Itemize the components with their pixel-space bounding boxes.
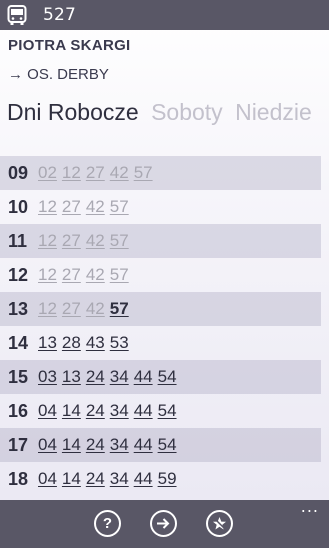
timetable-row: 15 03 13 24 34 44 54 [0, 360, 321, 394]
departure-minute[interactable]: 59 [158, 469, 177, 489]
departure-minute[interactable]: 04 [38, 469, 57, 489]
departure-minute[interactable]: 44 [134, 469, 153, 489]
departure-minute[interactable]: 27 [62, 265, 81, 285]
arrow-right-icon [157, 518, 170, 529]
departure-minute[interactable]: 13 [38, 333, 57, 353]
departure-minute[interactable]: 44 [134, 367, 153, 387]
departure-minute[interactable]: 42 [110, 163, 129, 183]
more-options-button[interactable]: ... [301, 499, 319, 515]
timetable-row: 12 12 27 42 57 [0, 258, 321, 292]
direction-label: → OS. DERBY [8, 66, 109, 83]
departure-minute[interactable]: 27 [62, 231, 81, 251]
app-bar: ? ... [0, 499, 329, 548]
hour-label: 09 [8, 162, 29, 183]
departure-minute[interactable]: 34 [110, 469, 129, 489]
day-tabs: Dni Robocze Soboty Niedzie [7, 99, 329, 133]
bus-icon [7, 4, 29, 26]
favorite-button[interactable] [206, 510, 233, 537]
departure-minute[interactable]: 13 [62, 367, 81, 387]
minutes-list: 04 14 24 34 44 59 [38, 469, 182, 489]
minutes-list: 12 27 42 57 [38, 299, 134, 319]
timetable-row: 11 12 27 42 57 [0, 224, 321, 258]
hour-label: 16 [8, 400, 29, 421]
departure-minute[interactable]: 57 [110, 265, 129, 285]
next-button[interactable] [150, 510, 177, 537]
minutes-list: 04 14 24 34 44 54 [38, 435, 182, 455]
minutes-list: 12 27 42 57 [38, 231, 134, 251]
departure-minute[interactable]: 54 [158, 367, 177, 387]
departure-minute[interactable]: 57 [134, 163, 153, 183]
minutes-list: 02 12 27 42 57 [38, 163, 158, 183]
departure-minute[interactable]: 54 [158, 435, 177, 455]
departure-minute[interactable]: 54 [158, 401, 177, 421]
departure-minute[interactable]: 04 [38, 435, 57, 455]
stop-name: PIOTRA SKARGI [8, 37, 131, 54]
departure-minute[interactable]: 57 [110, 231, 129, 251]
departure-minute[interactable]: 53 [110, 333, 129, 353]
timetable-row: 09 02 12 27 42 57 [0, 156, 321, 190]
hour-label: 12 [8, 264, 29, 285]
departure-minute[interactable]: 42 [86, 197, 105, 217]
route-number: 527 [43, 5, 77, 25]
tab-saturdays[interactable]: Soboty [151, 99, 223, 126]
departure-minute[interactable]: 12 [38, 299, 57, 319]
departure-minute[interactable]: 14 [62, 435, 81, 455]
departure-minute[interactable]: 57 [110, 299, 129, 319]
departure-minute[interactable]: 24 [86, 435, 105, 455]
hour-label: 18 [8, 468, 29, 489]
departure-minute[interactable]: 42 [86, 231, 105, 251]
help-button[interactable]: ? [94, 510, 121, 537]
departure-minute[interactable]: 03 [38, 367, 57, 387]
hour-label: 14 [8, 332, 29, 353]
timetable-row: 14 13 28 43 53 [0, 326, 321, 360]
departure-minute[interactable]: 34 [110, 435, 129, 455]
departure-minute[interactable]: 34 [110, 367, 129, 387]
hour-label: 10 [8, 196, 29, 217]
departure-minute[interactable]: 24 [86, 367, 105, 387]
question-icon: ? [102, 515, 113, 532]
minutes-list: 13 28 43 53 [38, 333, 134, 353]
departure-minute[interactable]: 42 [86, 299, 105, 319]
minutes-list: 12 27 42 57 [38, 265, 134, 285]
timetable: 09 02 12 27 42 57 10 12 27 42 57 11 12 27 42 57 12 12 27 42… [0, 156, 321, 496]
timetable-row: 16 04 14 24 34 44 54 [0, 394, 321, 428]
departure-minute[interactable]: 34 [110, 401, 129, 421]
departure-minute[interactable]: 04 [38, 401, 57, 421]
timetable-row: 18 04 14 24 34 44 59 [0, 462, 321, 496]
minutes-list: 03 13 24 34 44 54 [38, 367, 182, 387]
timetable-row: 17 04 14 24 34 44 54 [0, 428, 321, 462]
minutes-list: 12 27 42 57 [38, 197, 134, 217]
departure-minute[interactable]: 14 [62, 469, 81, 489]
departure-minute[interactable]: 44 [134, 435, 153, 455]
hour-label: 13 [8, 298, 29, 319]
departure-minute[interactable]: 28 [62, 333, 81, 353]
departure-minute[interactable]: 24 [86, 401, 105, 421]
departure-minute[interactable]: 43 [86, 333, 105, 353]
hour-label: 11 [8, 230, 28, 251]
hour-label: 17 [8, 434, 29, 455]
departure-minute[interactable]: 24 [86, 469, 105, 489]
departure-minute[interactable]: 42 [86, 265, 105, 285]
departure-minute[interactable]: 44 [134, 401, 153, 421]
departure-minute[interactable]: 02 [38, 163, 57, 183]
departure-minute[interactable]: 12 [38, 197, 57, 217]
departure-minute[interactable]: 57 [110, 197, 129, 217]
timetable-row: 13 12 27 42 57 [0, 292, 321, 326]
departure-minute[interactable]: 27 [62, 197, 81, 217]
departure-minute[interactable]: 12 [38, 231, 57, 251]
tab-sundays[interactable]: Niedzie [235, 99, 312, 126]
departure-minute[interactable]: 27 [86, 163, 105, 183]
departure-minute[interactable]: 27 [62, 299, 81, 319]
star-add-icon [213, 517, 226, 530]
departure-minute[interactable]: 12 [62, 163, 81, 183]
departure-minute[interactable]: 12 [38, 265, 57, 285]
minutes-list: 04 14 24 34 44 54 [38, 401, 182, 421]
timetable-row: 10 12 27 42 57 [0, 190, 321, 224]
hour-label: 15 [8, 366, 29, 387]
departure-minute[interactable]: 14 [62, 401, 81, 421]
title-bar: 527 [0, 0, 329, 30]
tab-weekdays[interactable]: Dni Robocze [7, 99, 139, 126]
